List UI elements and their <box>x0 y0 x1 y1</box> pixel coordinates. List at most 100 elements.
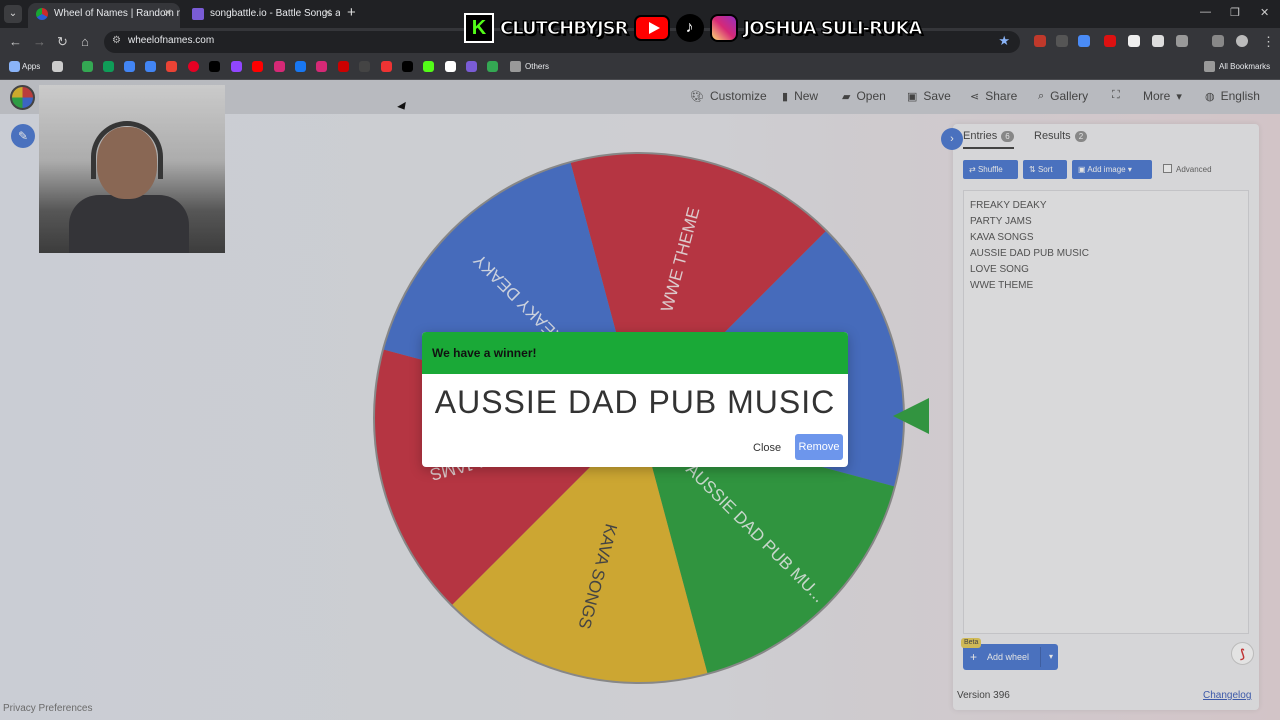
remove-button[interactable]: Remove <box>795 434 843 460</box>
fullscreen-button[interactable]: ⛶ <box>1112 89 1120 102</box>
bookmark-icon[interactable] <box>124 61 135 72</box>
bookmark-icon[interactable] <box>338 61 349 72</box>
extension-icon[interactable] <box>1104 35 1116 47</box>
new-tab-icon[interactable]: + <box>347 4 356 21</box>
new-label: New <box>794 89 819 103</box>
new-button[interactable]: ▮ New <box>782 89 818 103</box>
bookmark-apps[interactable]: Apps <box>22 62 40 71</box>
bookmark-icon[interactable] <box>82 61 93 72</box>
folder-icon <box>510 61 521 72</box>
close-tab-icon[interactable]: ✕ <box>324 3 332 25</box>
forward-icon[interactable]: → <box>33 34 46 49</box>
kick-bookmark-icon[interactable] <box>423 61 434 72</box>
tiktok-bookmark-icon[interactable] <box>209 61 220 72</box>
language-label: English <box>1220 89 1260 103</box>
customize-button[interactable]: 🎨︎ Customize <box>690 89 767 103</box>
wheel-of-names-app: 🎨︎ Customize ▮ New ▰ Open ▣ Save ⋖ Share ⌕ Gal… <box>0 80 1280 720</box>
entries-tab-label: Entries <box>963 130 998 142</box>
shuffle-button[interactable]: ⇄ Shuffle <box>963 160 1018 179</box>
share-button[interactable]: ⋖ Share <box>970 89 1017 103</box>
close-tab-icon[interactable]: ✕ <box>164 3 172 25</box>
bookmark-icon[interactable] <box>188 61 199 72</box>
close-window-icon[interactable]: ✕ <box>1260 6 1269 19</box>
close-button[interactable]: Close <box>753 442 781 454</box>
extension-icon[interactable] <box>1056 35 1068 47</box>
bookmark-icon[interactable] <box>381 61 392 72</box>
profile-avatar-icon[interactable] <box>1236 35 1248 47</box>
bookmark-icon[interactable] <box>52 61 63 72</box>
sort-button[interactable]: ⇅ Sort <box>1023 160 1067 179</box>
shuffle-icon: ⇄ <box>969 165 978 174</box>
gallery-label: Gallery <box>1050 89 1089 103</box>
more-label: More <box>1143 89 1171 103</box>
restore-icon[interactable]: ❐ <box>1230 6 1240 19</box>
bookmark-icon[interactable] <box>359 61 370 72</box>
tab-search-button[interactable]: ⌄ <box>4 5 22 23</box>
apps-grid-icon[interactable] <box>9 61 20 72</box>
instagram-bookmark-icon[interactable] <box>316 61 327 72</box>
save-button[interactable]: ▣ Save <box>907 89 951 103</box>
divider <box>1040 647 1041 667</box>
results-count-badge: 2 <box>1074 131 1088 142</box>
bookmark-icon[interactable] <box>103 61 114 72</box>
bookmark-icon[interactable] <box>274 61 285 72</box>
twitch-bookmark-icon[interactable] <box>231 61 242 72</box>
webcam-overlay <box>39 85 225 253</box>
media-icon[interactable] <box>1212 35 1224 47</box>
chrome-menu-icon[interactable]: ⋮ <box>1262 34 1275 50</box>
instagram-logo-icon <box>709 14 738 42</box>
entries-textarea[interactable]: FREAKY DEAKY PARTY JAMS KAVA SONGS AUSSI… <box>963 190 1249 634</box>
extension-icon[interactable] <box>1128 35 1140 47</box>
bookmarks-bar: Apps Others All Bookmarks <box>0 56 1280 80</box>
collapse-panel-icon[interactable]: › <box>941 128 963 150</box>
extension-icon[interactable] <box>1078 35 1090 47</box>
advanced-toggle[interactable]: Advanced <box>1163 164 1212 174</box>
bookmark-icon[interactable] <box>445 61 456 72</box>
gallery-button[interactable]: ⌕ Gallery <box>1038 89 1088 103</box>
tab-wheel-of-names[interactable]: Wheel of Names | Random nam ✕ <box>28 3 180 28</box>
minimize-icon[interactable]: — <box>1200 6 1211 18</box>
bookmark-icon[interactable] <box>145 61 156 72</box>
extension-icon[interactable] <box>1034 35 1046 47</box>
back-icon[interactable]: ← <box>9 34 22 49</box>
caret-down-icon[interactable]: ▾ <box>1049 644 1053 670</box>
bookmark-icon[interactable] <box>466 61 477 72</box>
extensions-puzzle-icon[interactable] <box>1176 35 1188 47</box>
x-bookmark-icon[interactable] <box>402 61 413 72</box>
youtube-bookmark-icon[interactable] <box>252 61 263 72</box>
more-button[interactable]: More ▾ <box>1143 89 1182 103</box>
caret-down-icon: ▾ <box>1176 90 1182 103</box>
webcam-person-body <box>69 195 189 253</box>
winner-dialog: We have a winner! AUSSIE DAD PUB MUSIC C… <box>422 332 848 467</box>
tab-title: Wheel of Names | Random nam <box>54 8 180 19</box>
facebook-bookmark-icon[interactable] <box>295 61 306 72</box>
folder-open-icon: ▰ <box>842 90 851 103</box>
url-text: wheelofnames.com <box>128 35 215 46</box>
tab-results[interactable]: Results 2 <box>1034 130 1088 142</box>
edit-pencil-icon[interactable]: ✎ <box>11 124 35 148</box>
changelog-link[interactable]: Changelog <box>1203 690 1251 701</box>
open-label: Open <box>856 89 886 103</box>
streamer-banner: K CLUTCHBYJSR ♪ JOSHUA SULI-RUKA <box>464 12 923 44</box>
open-button[interactable]: ▰ Open <box>842 89 886 103</box>
extension-icon[interactable] <box>1152 35 1164 47</box>
privacy-preferences-link[interactable]: Privacy Preferences <box>3 703 92 714</box>
reload-icon[interactable]: ↻ <box>57 34 68 50</box>
tab-title: songbattle.io - Battle Songs ag <box>210 8 340 19</box>
banner-name: JOSHUA SULI-RUKA <box>743 17 923 39</box>
bookmark-star-icon[interactable]: ★ <box>998 33 1010 49</box>
acrobat-icon[interactable]: ⟆ <box>1231 642 1254 665</box>
language-button[interactable]: ◍ English <box>1205 89 1260 103</box>
bookmark-folder-others[interactable]: Others <box>525 62 549 71</box>
advanced-checkbox[interactable] <box>1163 164 1172 173</box>
wheel-logo-icon[interactable] <box>10 85 35 110</box>
all-bookmarks[interactable]: All Bookmarks <box>1219 62 1270 71</box>
tab-songbattle[interactable]: songbattle.io - Battle Songs ag ✕ <box>184 3 340 28</box>
site-info-icon[interactable]: ⚙ <box>112 35 121 46</box>
tab-entries[interactable]: Entries 6 <box>963 130 1014 149</box>
bookmark-icon[interactable] <box>166 61 177 72</box>
songbattle-favicon-icon <box>192 8 204 20</box>
add-image-button[interactable]: ▣ Add image ▾ <box>1072 160 1152 179</box>
bookmark-icon[interactable] <box>487 61 498 72</box>
home-icon[interactable]: ⌂ <box>81 34 89 49</box>
